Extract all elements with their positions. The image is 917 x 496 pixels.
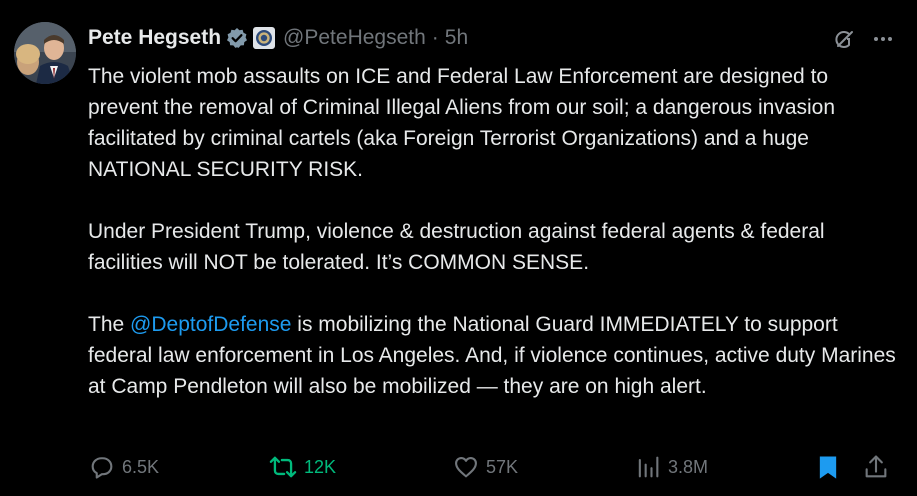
mention-link[interactable]: @DeptofDefense xyxy=(130,313,291,336)
bookmark-button[interactable] xyxy=(814,450,848,484)
reply-icon xyxy=(91,457,113,479)
action-bar: 6.5K 12K 57K 3.8M xyxy=(88,450,898,484)
repost-count: 12K xyxy=(304,456,337,477)
like-button[interactable]: 57K xyxy=(452,450,518,484)
top-actions xyxy=(831,26,895,52)
paragraph-3: The @DeptofDefense is mobilizing the Nat… xyxy=(88,309,903,402)
reply-count: 6.5K xyxy=(122,456,160,477)
author-handle[interactable]: @PeteHegseth xyxy=(283,26,426,50)
paragraph-3-lead: The xyxy=(88,313,131,336)
reply-button[interactable]: 6.5K xyxy=(88,450,159,484)
avatar[interactable] xyxy=(14,22,76,84)
seal-icon[interactable] xyxy=(253,27,276,49)
paragraph-1: The violent mob assaults on ICE and Fede… xyxy=(88,65,836,181)
grok-icon[interactable] xyxy=(831,26,857,52)
views-button[interactable]: 3.8M xyxy=(634,450,708,484)
views-icon xyxy=(638,456,659,478)
share-icon xyxy=(865,455,887,478)
author-name[interactable]: Pete Hegseth xyxy=(88,26,221,50)
tweet-text: The violent mob assaults on ICE and Fede… xyxy=(88,61,903,402)
tweet: Pete Hegseth @PeteHegseth · 5h The viole… xyxy=(0,0,917,496)
post-time[interactable]: 5h xyxy=(445,26,468,50)
share-button[interactable] xyxy=(862,450,896,484)
view-count: 3.8M xyxy=(668,456,709,477)
separator-dot: · xyxy=(431,26,439,49)
more-icon[interactable] xyxy=(871,27,895,51)
verified-badge-icon xyxy=(226,27,248,49)
heart-icon xyxy=(455,456,477,478)
repost-button[interactable]: 12K xyxy=(268,450,336,484)
bookmark-icon xyxy=(819,456,837,479)
tweet-header: Pete Hegseth @PeteHegseth · 5h xyxy=(88,24,468,52)
like-count: 57K xyxy=(486,456,519,477)
repost-icon xyxy=(269,456,297,478)
paragraph-2: Under President Trump, violence & destru… xyxy=(88,220,825,274)
